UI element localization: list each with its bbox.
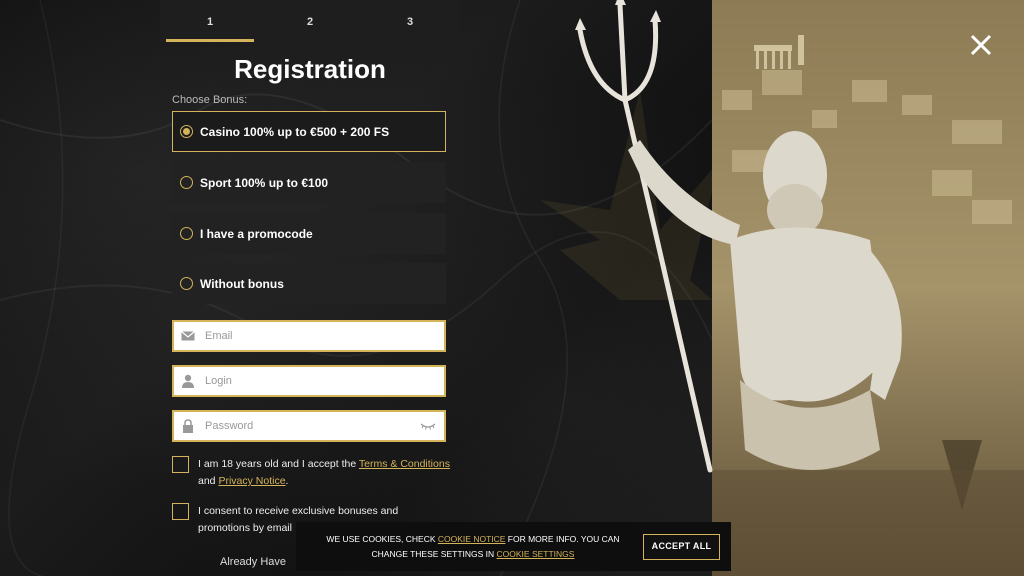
age-terms-text: I am 18 years old and I accept the Terms… [198,456,450,490]
envelope-icon [181,331,195,341]
age-text: I am 18 years old and I accept the [198,458,359,470]
step-tab-3[interactable]: 3 [360,0,460,42]
cookie-settings-link[interactable]: COOKIE SETTINGS [497,549,575,559]
close-button[interactable] [964,28,998,62]
radio-icon [180,227,193,240]
password-field [172,410,446,442]
terms-link[interactable]: Terms & Conditions [359,458,450,470]
age-terms-checkbox[interactable] [172,456,189,473]
already-have-account-text: Already Have [220,556,287,568]
age-terms-consent: I am 18 years old and I accept the Terms… [172,456,452,490]
registration-panel: 1 2 3 Registration Choose Bonus: Casino … [160,0,460,576]
bonus-option-sport[interactable]: Sport 100% up to €100 [172,162,446,203]
step-tab-1[interactable]: 1 [160,0,260,42]
login-input[interactable] [205,375,405,387]
cookie-banner: WE USE COOKIES, CHECK COOKIE NOTICE FOR … [296,522,731,571]
promo-consent-checkbox[interactable] [172,503,189,520]
privacy-link[interactable]: Privacy Notice [218,475,285,487]
radio-selected-icon [180,125,193,138]
email-field [172,320,446,352]
bonus-label: I have a promocode [200,226,313,241]
page-title: Registration [234,54,386,84]
bonus-label: Sport 100% up to €100 [200,175,329,190]
bonus-option-none[interactable]: Without bonus [172,263,446,304]
step-tabs: 1 2 3 [160,0,460,42]
choose-bonus-label: Choose Bonus: [172,94,248,106]
bonus-option-promocode[interactable]: I have a promocode [172,213,446,254]
bonus-option-casino[interactable]: Casino 100% up to €500 + 200 FS [172,111,446,152]
eye-closed-icon[interactable] [420,420,436,432]
email-input[interactable] [205,330,405,342]
cookie-text: WE USE COOKIES, CHECK COOKIE NOTICE FOR … [308,532,638,562]
radio-icon [180,176,193,189]
accept-all-button[interactable]: ACCEPT ALL [643,534,720,560]
and-text: and [198,475,219,487]
close-icon [970,34,992,56]
bonus-label: Without bonus [200,276,284,291]
radio-icon [180,277,193,290]
poseidon-statue [575,0,902,473]
period-text: . [285,475,289,487]
login-field [172,365,446,397]
cookie-notice-link[interactable]: COOKIE NOTICE [438,534,506,544]
bonus-label: Casino 100% up to €500 + 200 FS [200,124,390,139]
password-input[interactable] [205,420,405,432]
step-tab-2[interactable]: 2 [260,0,360,42]
user-icon [182,374,194,388]
lock-icon [183,419,193,433]
cookie-text-1: WE USE COOKIES, CHECK [326,533,438,544]
